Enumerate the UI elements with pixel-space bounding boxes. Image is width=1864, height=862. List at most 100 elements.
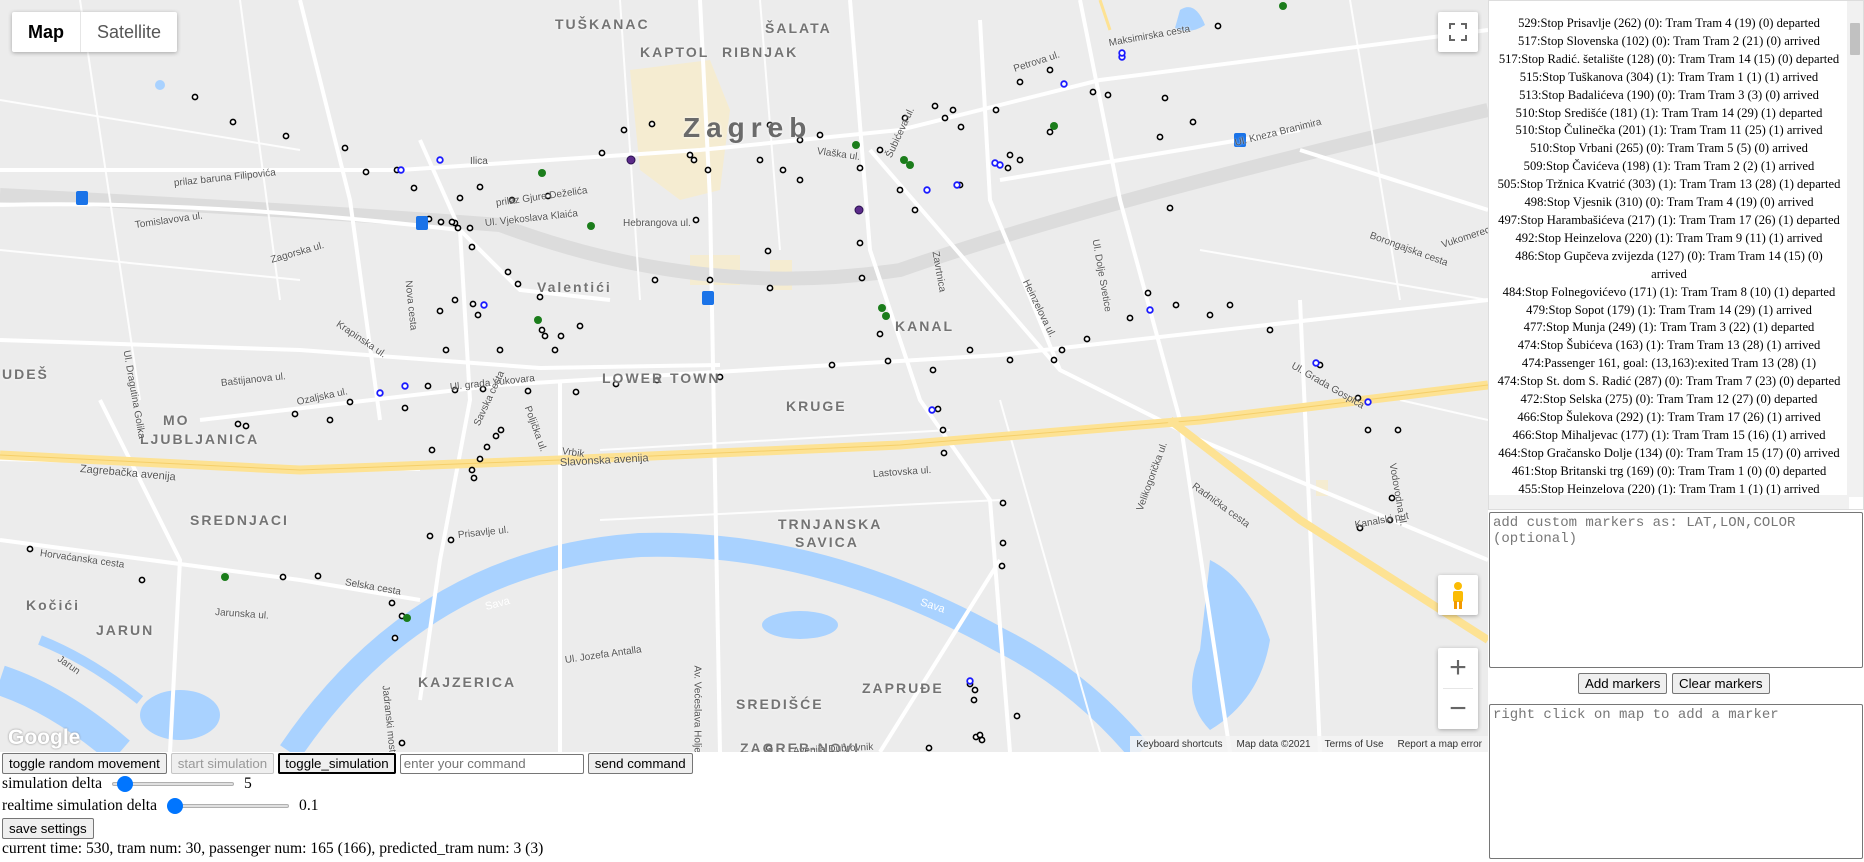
stop-marker[interactable] xyxy=(451,296,459,304)
stop-marker[interactable] xyxy=(191,93,199,101)
stop-marker[interactable] xyxy=(939,426,947,434)
stop-marker[interactable] xyxy=(690,156,698,164)
map-type-control[interactable]: Map Satellite xyxy=(12,12,178,52)
stop-marker[interactable] xyxy=(314,572,322,580)
stop-marker[interactable] xyxy=(706,276,714,284)
stop-marker[interactable] xyxy=(476,455,484,463)
stop-marker[interactable] xyxy=(929,366,937,374)
stop-marker[interactable] xyxy=(1006,356,1014,364)
train-station-icon[interactable] xyxy=(702,291,714,305)
stop-marker[interactable] xyxy=(704,166,712,174)
stop-marker[interactable] xyxy=(966,346,974,354)
report-map-error-link[interactable]: Report a map error xyxy=(1398,739,1482,750)
stop-marker[interactable] xyxy=(1126,314,1134,322)
passenger-marker[interactable] xyxy=(534,316,542,324)
stop-marker[interactable] xyxy=(1058,346,1066,354)
stop-marker[interactable] xyxy=(1016,78,1024,86)
passenger-marker[interactable] xyxy=(1279,2,1287,10)
stop-marker[interactable] xyxy=(504,268,512,276)
stop-marker[interactable] xyxy=(858,274,866,282)
stop-marker[interactable] xyxy=(514,280,522,288)
stop-marker[interactable] xyxy=(999,499,1007,507)
tram-marker[interactable] xyxy=(376,389,384,397)
stop-marker[interactable] xyxy=(925,744,933,752)
map-type-satellite-button[interactable]: Satellite xyxy=(81,12,177,52)
stop-marker[interactable] xyxy=(764,247,772,255)
stop-marker[interactable] xyxy=(410,184,418,192)
zoom-in-button[interactable]: + xyxy=(1438,648,1478,688)
stop-marker[interactable] xyxy=(469,300,477,308)
tram-marker[interactable] xyxy=(966,677,974,685)
stop-marker[interactable] xyxy=(998,562,1006,570)
send-command-button[interactable]: send command xyxy=(587,753,693,774)
stop-marker[interactable] xyxy=(978,736,986,744)
stop-marker[interactable] xyxy=(1172,301,1180,309)
stop-marker[interactable] xyxy=(1013,712,1021,720)
stop-marker[interactable] xyxy=(598,149,606,157)
right-click-marker-textarea[interactable] xyxy=(1489,704,1863,859)
passenger-marker[interactable] xyxy=(852,141,860,149)
stop-marker[interactable] xyxy=(1166,204,1174,212)
clear-markers-button[interactable]: Clear markers xyxy=(1672,673,1770,694)
slider-knob[interactable] xyxy=(117,776,134,792)
zoom-control[interactable]: + − xyxy=(1438,648,1478,729)
stop-marker[interactable] xyxy=(426,532,434,540)
command-input[interactable] xyxy=(399,753,584,774)
stop-marker[interactable] xyxy=(957,123,965,131)
passenger-marker[interactable] xyxy=(538,169,546,177)
stop-marker[interactable] xyxy=(388,599,396,607)
passenger-marker[interactable] xyxy=(882,312,890,320)
stop-marker[interactable] xyxy=(686,151,694,159)
stop-marker[interactable] xyxy=(483,443,491,451)
stop-marker[interactable] xyxy=(992,106,1000,114)
stop-marker[interactable] xyxy=(1156,133,1164,141)
stop-marker[interactable] xyxy=(876,146,884,154)
passenger-marker[interactable] xyxy=(221,573,229,581)
scrollbar-thumb[interactable] xyxy=(1850,23,1860,55)
stop-marker[interactable] xyxy=(766,284,774,292)
tram-marker[interactable] xyxy=(1060,80,1068,88)
stop-marker[interactable] xyxy=(242,422,250,430)
toggle-simulation-button[interactable]: toggle_simulation xyxy=(278,753,396,774)
stop-marker[interactable] xyxy=(557,332,565,340)
vertical-scrollbar[interactable] xyxy=(1847,1,1863,497)
stop-marker[interactable] xyxy=(1083,335,1091,343)
stop-marker[interactable] xyxy=(470,474,478,482)
stop-marker[interactable] xyxy=(1266,326,1274,334)
tram-marker[interactable] xyxy=(1364,398,1372,406)
stop-marker[interactable] xyxy=(229,118,237,126)
stop-marker[interactable] xyxy=(1016,156,1024,164)
add-markers-button[interactable]: Add markers xyxy=(1578,673,1668,694)
train-station-icon[interactable] xyxy=(416,216,428,230)
stop-marker[interactable] xyxy=(326,416,334,424)
stop-marker[interactable] xyxy=(341,144,349,152)
tram-marker[interactable] xyxy=(928,406,936,414)
stop-marker[interactable] xyxy=(896,186,904,194)
stop-marker[interactable] xyxy=(620,126,628,134)
slider-knob[interactable] xyxy=(167,798,184,814)
stop-marker[interactable] xyxy=(1006,151,1014,159)
tram-marker[interactable] xyxy=(953,181,961,189)
stop-marker[interactable] xyxy=(428,446,436,454)
stop-marker[interactable] xyxy=(1394,426,1402,434)
tram-marker[interactable] xyxy=(1118,49,1126,57)
stop-marker[interactable] xyxy=(424,382,432,390)
save-settings-button[interactable]: save settings xyxy=(2,818,94,839)
stop-marker[interactable] xyxy=(648,120,656,128)
stop-marker[interactable] xyxy=(492,432,500,440)
tram-marker[interactable] xyxy=(996,161,1004,169)
stop-marker[interactable] xyxy=(454,224,462,232)
passenger-marker[interactable] xyxy=(587,222,595,230)
stop-marker[interactable] xyxy=(1144,289,1152,297)
stop-marker[interactable] xyxy=(398,739,406,747)
stop-marker[interactable] xyxy=(551,346,559,354)
stop-marker[interactable] xyxy=(391,634,399,642)
stop-marker[interactable] xyxy=(468,243,476,251)
stop-marker[interactable] xyxy=(1089,88,1097,96)
stop-marker[interactable] xyxy=(940,449,948,457)
tram-marker[interactable] xyxy=(401,382,409,390)
toggle-random-movement-button[interactable]: toggle random movement xyxy=(2,753,167,774)
stop-marker[interactable] xyxy=(756,156,764,164)
stop-marker[interactable] xyxy=(941,114,949,122)
stop-marker[interactable] xyxy=(466,224,474,232)
